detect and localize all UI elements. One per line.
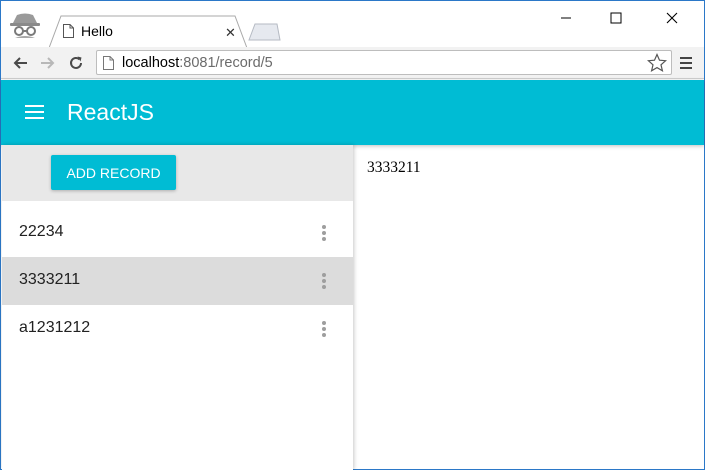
reload-icon[interactable] [65,53,87,73]
records-list: 22234 3333211 a1231212 [2,209,353,353]
tab-close-icon[interactable]: ✕ [225,25,236,41]
incognito-icon [7,11,43,41]
title-bar: Hello ✕ [1,1,704,48]
maximize-button[interactable] [593,1,639,35]
back-arrow-icon[interactable] [9,53,31,73]
list-item[interactable]: a1231212 [2,305,353,353]
browser-menu-icon[interactable] [679,55,693,71]
more-vert-icon[interactable] [320,273,328,289]
record-label: 3333211 [19,271,81,288]
app-bar: ReactJS [1,80,704,145]
url-host: localhost [122,55,180,71]
forward-arrow-icon[interactable] [37,53,59,73]
list-item[interactable]: 22234 [2,209,353,257]
address-bar[interactable]: localhost:8081/record/5 [96,50,672,75]
minimize-button[interactable] [543,1,589,35]
add-record-button[interactable]: ADD RECORD [51,155,176,190]
more-vert-icon[interactable] [320,321,328,337]
star-icon[interactable] [647,53,667,73]
browser-window: Hello ✕ localhost:8081/record/5 ReactJS … [0,0,705,470]
record-label: a1231212 [19,319,91,336]
more-vert-icon[interactable] [320,225,328,241]
window-close-button[interactable] [649,1,695,35]
tab-title: Hello [81,23,113,39]
page-icon [63,24,74,38]
list-item[interactable]: 3333211 [2,257,353,305]
browser-toolbar: localhost:8081/record/5 [1,47,704,79]
app-title: ReactJS [67,99,154,125]
record-label: 22234 [19,223,64,240]
browser-tab[interactable]: Hello ✕ [49,15,247,48]
record-detail: 3333211 [367,159,421,176]
hamburger-icon[interactable] [25,105,45,121]
records-sidebar: ADD RECORD 22234 3333211 a1231212 [2,145,353,470]
page-icon [103,56,114,70]
url-text: localhost:8081/record/5 [122,55,273,71]
sidebar-header: ADD RECORD [2,145,353,201]
new-tab-button[interactable] [247,23,281,41]
url-path: :8081/record/5 [179,55,273,71]
